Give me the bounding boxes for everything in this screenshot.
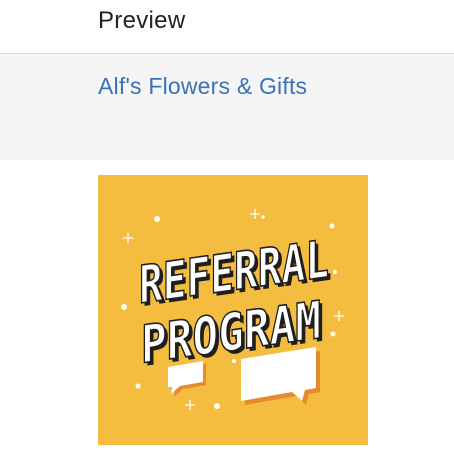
referral-program-image[interactable]: REFERRAL REFERRAL PROGRAM PROGRAM (98, 175, 368, 445)
dot (214, 403, 220, 409)
dot (330, 331, 336, 337)
dot (121, 304, 127, 310)
sender-band: Alf's Flowers & Gifts (0, 54, 454, 160)
dot (329, 223, 335, 229)
dot (135, 383, 141, 389)
dot (154, 216, 160, 222)
referral-program-graphic: REFERRAL REFERRAL PROGRAM PROGRAM (98, 175, 368, 445)
preview-title: Preview (98, 7, 186, 34)
dot (333, 270, 337, 274)
sender-name[interactable]: Alf's Flowers & Gifts (98, 73, 307, 100)
preview-header: Preview (0, 0, 454, 54)
